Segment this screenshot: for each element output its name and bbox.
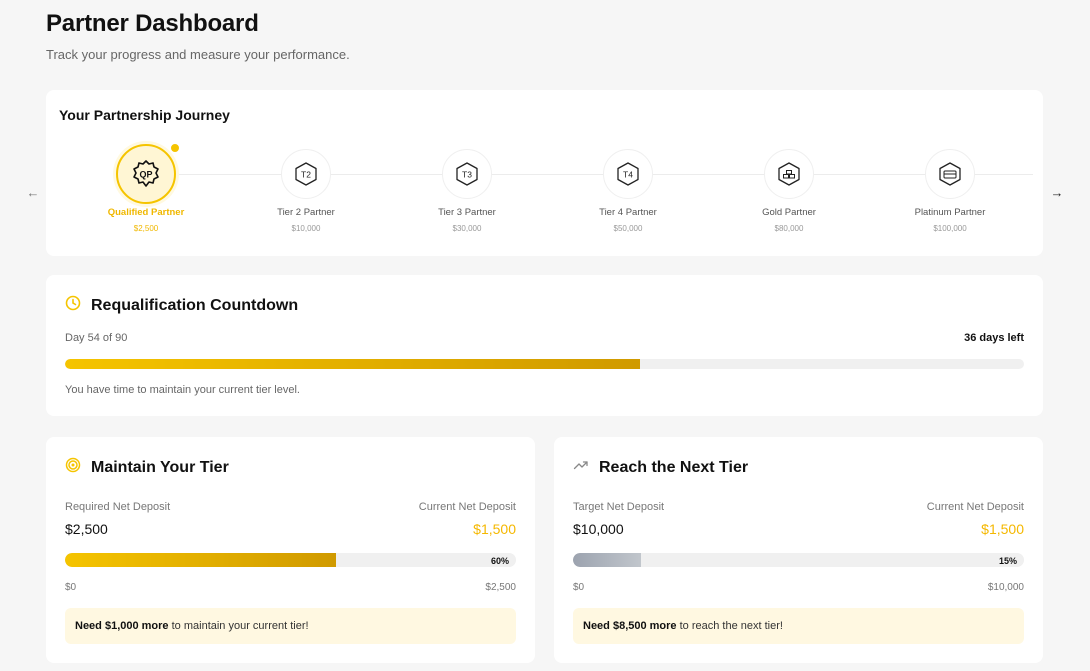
svg-text:QP: QP bbox=[139, 170, 152, 180]
tier-name: Tier 4 Partner bbox=[599, 207, 657, 218]
arrow-right-icon[interactable]: → bbox=[1047, 182, 1067, 202]
arrow-left-icon[interactable]: ← bbox=[23, 182, 43, 202]
next-tier-progress-bar bbox=[573, 553, 1024, 567]
next-tier-card: Reach the Next Tier Target Net Deposit C… bbox=[554, 437, 1043, 663]
clock-icon bbox=[65, 295, 81, 316]
maintain-note: Need $1,000 more to maintain your curren… bbox=[65, 608, 516, 644]
days-left: 36 days left bbox=[964, 332, 1024, 344]
tier-name: Tier 2 Partner bbox=[277, 207, 335, 218]
gold-bars-icon bbox=[764, 149, 814, 199]
maintain-percent: 60% bbox=[490, 556, 509, 566]
partnership-journey-card: Your Partnership Journey QP Qualified Pa… bbox=[46, 90, 1043, 256]
countdown-title: Requalification Countdown bbox=[91, 296, 299, 314]
tier-name: Tier 3 Partner bbox=[438, 207, 496, 218]
note-text: to maintain your current tier! bbox=[168, 620, 309, 632]
tier-name: Gold Partner bbox=[762, 207, 816, 218]
target-icon bbox=[65, 457, 81, 478]
svg-text:T4: T4 bbox=[623, 170, 633, 180]
next-tier-title: Reach the Next Tier bbox=[599, 458, 749, 476]
day-label: Day 54 of 90 bbox=[65, 332, 128, 344]
required-value: $2,500 bbox=[65, 521, 108, 537]
scale-min: $0 bbox=[65, 582, 77, 593]
current-label: Current Net Deposit bbox=[926, 501, 1024, 513]
svg-text:T3: T3 bbox=[462, 170, 472, 180]
journey-title: Your Partnership Journey bbox=[59, 107, 230, 123]
note-text: to reach the next tier! bbox=[676, 620, 783, 632]
maintain-progress-bar bbox=[65, 553, 516, 567]
active-tier-indicator bbox=[170, 143, 180, 153]
page-title: Partner Dashboard bbox=[46, 10, 259, 37]
current-label: Current Net Deposit bbox=[418, 501, 516, 513]
scale-max: $10,000 bbox=[987, 582, 1024, 593]
next-tier-note: Need $8,500 more to reach the next tier! bbox=[573, 608, 1024, 644]
tier-name: Platinum Partner bbox=[914, 207, 986, 218]
note-emphasis: Need $8,500 more bbox=[583, 620, 677, 632]
target-label: Target Net Deposit bbox=[573, 501, 665, 513]
next-tier-percent: 15% bbox=[998, 556, 1017, 566]
required-label: Required Net Deposit bbox=[65, 501, 171, 513]
target-value: $10,000 bbox=[573, 521, 624, 537]
current-value: $1,500 bbox=[473, 521, 516, 537]
maintain-title: Maintain Your Tier bbox=[91, 458, 229, 476]
requalification-countdown-card: Requalification Countdown Day 54 of 90 3… bbox=[46, 275, 1043, 416]
t2-badge-icon: T2 bbox=[281, 149, 331, 199]
tier-name: Qualified Partner bbox=[107, 207, 185, 218]
t4-badge-icon: T4 bbox=[603, 149, 653, 199]
platinum-card-icon bbox=[925, 149, 975, 199]
tier-amount: $10,000 bbox=[291, 224, 321, 233]
page-subtitle: Track your progress and measure your per… bbox=[46, 47, 350, 62]
tier-amount: $2,500 bbox=[133, 224, 159, 233]
note-emphasis: Need $1,000 more bbox=[75, 620, 169, 632]
t3-badge-icon: T3 bbox=[442, 149, 492, 199]
trending-up-icon bbox=[573, 457, 589, 478]
countdown-progress-fill bbox=[65, 359, 641, 369]
countdown-progress-bar bbox=[65, 359, 1024, 369]
svg-text:T2: T2 bbox=[301, 170, 311, 180]
current-value: $1,500 bbox=[981, 521, 1024, 537]
tier-amount: $80,000 bbox=[774, 224, 804, 233]
countdown-hint: You have time to maintain your current t… bbox=[65, 384, 300, 396]
next-tier-progress-fill bbox=[573, 553, 641, 567]
tier-amount: $50,000 bbox=[613, 224, 643, 233]
maintain-progress-fill bbox=[65, 553, 336, 567]
scale-min: $0 bbox=[573, 582, 585, 593]
tier-amount: $100,000 bbox=[933, 224, 967, 233]
tier-amount: $30,000 bbox=[452, 224, 482, 233]
scale-max: $2,500 bbox=[485, 582, 516, 593]
maintain-tier-card: Maintain Your Tier Required Net Deposit … bbox=[46, 437, 535, 663]
qp-badge-icon: QP bbox=[116, 143, 180, 204]
